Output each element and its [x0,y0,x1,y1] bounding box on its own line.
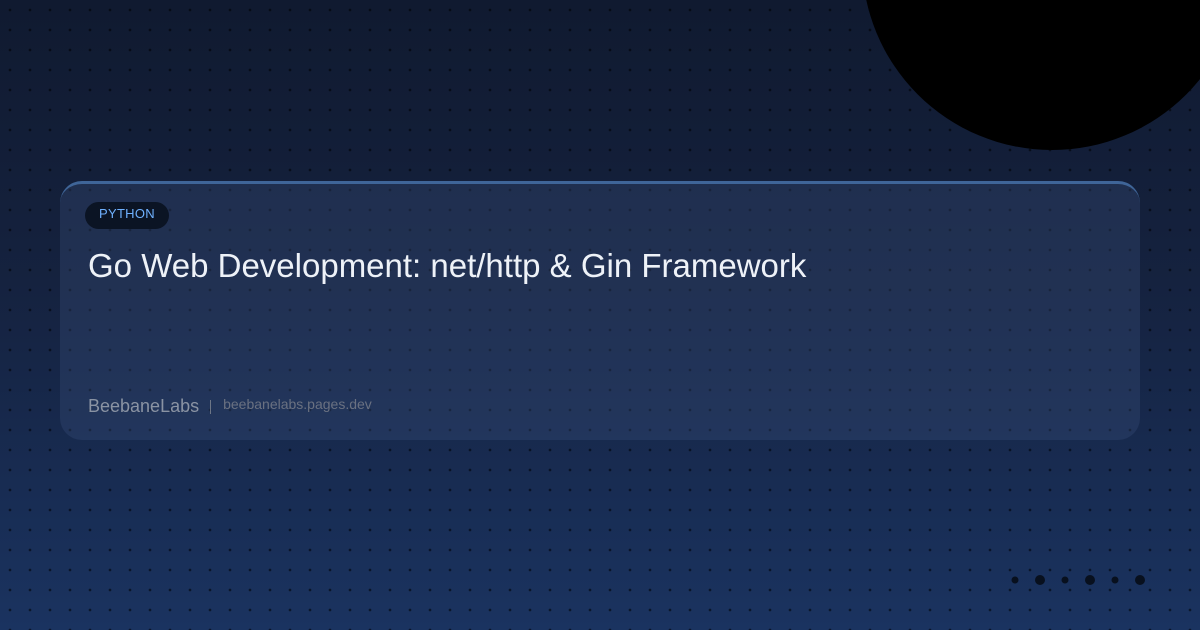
pager-dot [1135,575,1145,585]
pager-dot [1035,575,1045,585]
article-title: Go Web Development: net/http & Gin Frame… [88,247,807,284]
card-footer: BeebaneLabs beebanelabs.pages.dev [88,396,372,417]
pager-dot [1111,576,1119,584]
article-card: PYTHON Go Web Development: net/http & Gi… [60,181,1140,440]
pager-dot [1085,575,1095,585]
pager-dot [1061,576,1069,584]
brand-name: BeebaneLabs [88,396,200,416]
footer-separator [210,399,212,414]
site-domain: beebanelabs.pages.dev [223,395,372,412]
pager-dots [1008,573,1148,587]
pager-dot [1011,576,1019,584]
category-badge: PYTHON [85,202,169,229]
